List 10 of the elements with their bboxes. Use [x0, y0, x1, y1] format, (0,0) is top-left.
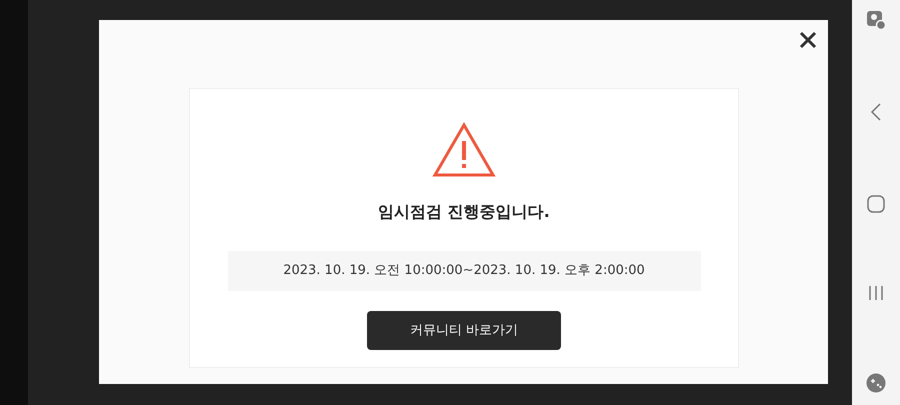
game-icon[interactable] [866, 373, 886, 393]
recent-apps-icon[interactable] [868, 284, 884, 301]
notice-title: 임시점검 진행중입니다. [378, 201, 550, 223]
community-button[interactable]: 커뮤니티 바로가기 [367, 311, 561, 350]
close-icon[interactable] [799, 31, 817, 49]
warning-icon [432, 122, 496, 178]
app-icon[interactable] [866, 10, 886, 30]
back-icon[interactable] [870, 102, 882, 122]
home-icon[interactable] [867, 194, 885, 212]
maintenance-period: 2023. 10. 19. 오전 10:00:00~2023. 10. 19. 오후 2:00:00 [228, 251, 700, 291]
